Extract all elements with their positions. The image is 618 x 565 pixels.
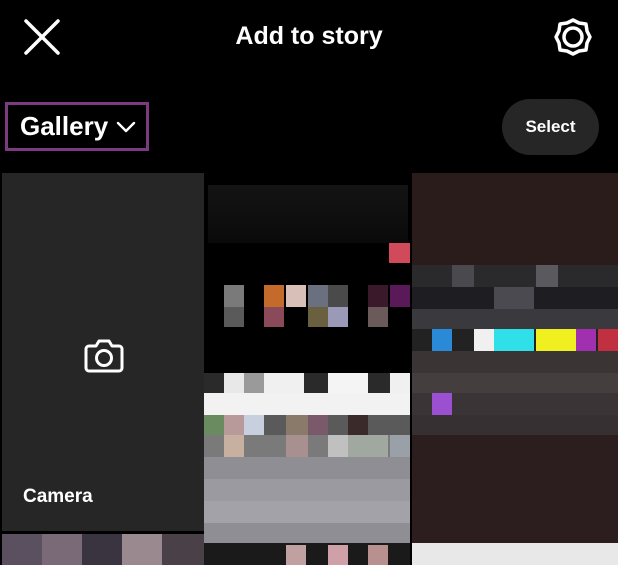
gear-icon: [554, 18, 592, 56]
header: Add to story: [0, 0, 618, 80]
camera-tile[interactable]: Camera: [2, 173, 204, 531]
album-selector[interactable]: Gallery: [5, 102, 149, 151]
chevron-down-icon: [116, 121, 136, 132]
camera-icon: [84, 339, 124, 373]
media-grid: Camera: [0, 173, 618, 565]
camera-label: Camera: [23, 486, 93, 507]
page-title: Add to story: [235, 22, 383, 50]
media-thumbnail[interactable]: [204, 173, 410, 565]
media-thumbnail[interactable]: [2, 534, 204, 565]
album-label: Gallery: [20, 111, 109, 141]
settings-button[interactable]: [553, 17, 593, 57]
media-thumbnail[interactable]: [412, 173, 618, 565]
select-button[interactable]: Select: [502, 99, 599, 155]
